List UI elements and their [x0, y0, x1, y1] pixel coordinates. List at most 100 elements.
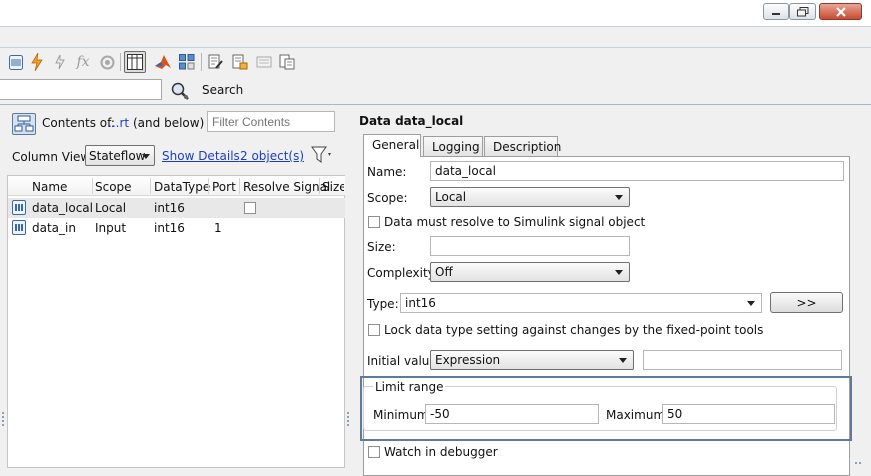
complexity-select[interactable]: Off: [430, 262, 630, 282]
column-separator: [92, 178, 93, 194]
toolbar-separator: [201, 53, 202, 71]
title-bar: [0, 0, 871, 26]
tab-logging[interactable]: Logging: [423, 136, 483, 156]
tab-general[interactable]: General: [363, 134, 421, 157]
name-label: Name:: [367, 165, 407, 179]
column-header-scope[interactable]: Scope: [95, 180, 132, 194]
limit-range-label: Limit range: [373, 380, 446, 394]
row-name[interactable]: data_in: [32, 221, 76, 235]
column-header-datatype[interactable]: DataType: [154, 180, 210, 194]
grip-dot: [2, 424, 4, 426]
grip-dot: [859, 462, 861, 464]
column-separator: [208, 178, 209, 194]
matlab-icon[interactable]: [153, 52, 173, 72]
fx-icon[interactable]: fx: [73, 52, 93, 72]
table-row[interactable]: data_local Local int16: [8, 198, 346, 218]
add-data-icon[interactable]: [6, 52, 26, 72]
row-scope[interactable]: Local: [95, 201, 126, 215]
initial-value-field[interactable]: [643, 350, 842, 370]
scroll-grip[interactable]: [855, 462, 863, 468]
grip-dot: [2, 420, 4, 422]
table-view-icon[interactable]: [124, 51, 146, 73]
name-field[interactable]: data_local: [430, 161, 844, 181]
edit-icon[interactable]: [206, 52, 226, 72]
contents-icon[interactable]: [12, 113, 36, 135]
resolve-signal-checkbox[interactable]: [244, 202, 256, 214]
data-properties-panel: Data data_local General Logging Descript…: [353, 105, 871, 476]
add-function-icon[interactable]: [50, 52, 70, 72]
grip-dot: [347, 412, 349, 414]
copy-icon[interactable]: [254, 52, 274, 72]
filter-contents-input[interactable]: [207, 111, 335, 132]
column-header-port[interactable]: Port: [212, 180, 236, 194]
contents-path-link[interactable]: ...rt: [108, 116, 129, 130]
size-field[interactable]: [430, 236, 630, 256]
dialog-title: Data data_local: [359, 114, 464, 128]
table-header: Name Scope DataType Port Resolve Signal …: [8, 176, 346, 196]
search-button-label[interactable]: Search: [202, 83, 243, 97]
resolve-checkbox[interactable]: [368, 216, 380, 228]
column-header-name[interactable]: Name: [32, 180, 67, 194]
add-icon[interactable]: [230, 52, 250, 72]
add-event-icon[interactable]: [27, 52, 47, 72]
maximum-label: Maximum:: [606, 408, 670, 422]
type-select[interactable]: int16: [400, 293, 762, 313]
chevron-down-icon: [615, 195, 623, 200]
data-type-assistant-button[interactable]: >>: [770, 292, 843, 313]
row-name[interactable]: data_local: [32, 201, 93, 215]
grid-icon[interactable]: [177, 52, 197, 72]
target-icon[interactable]: [97, 52, 117, 72]
chevron-down-icon: [619, 358, 627, 363]
left-edge-grip[interactable]: [0, 412, 6, 432]
toolbar: fx: [0, 48, 871, 76]
chevron-down-icon: [142, 154, 150, 159]
show-details-link[interactable]: Show Details: [162, 149, 240, 163]
tab-description[interactable]: Description: [484, 136, 561, 156]
column-header-size[interactable]: Size: [322, 180, 344, 194]
column-header-resolve-signal[interactable]: Resolve Signal: [243, 180, 330, 194]
size-label: Size:: [367, 240, 396, 254]
resolve-label: Data must resolve to Simulink signal obj…: [384, 215, 646, 229]
paste-icon[interactable]: [277, 52, 297, 72]
close-button[interactable]: [819, 3, 862, 20]
initial-value-mode: Expression: [435, 353, 501, 367]
grip-dot: [2, 416, 4, 418]
grip-dot: [347, 424, 349, 426]
maximize-button[interactable]: [789, 3, 816, 20]
lock-type-label: Lock data type setting against changes b…: [384, 323, 764, 337]
model-hierarchy-panel: Contents of: ...rt (and below) Column Vi…: [0, 105, 346, 468]
initial-value-select[interactable]: Expression: [430, 350, 634, 370]
minimize-button[interactable]: [763, 3, 789, 20]
watch-debugger-checkbox[interactable]: [368, 446, 380, 458]
column-view-value: Stateflow: [89, 149, 146, 163]
column-separator: [239, 178, 240, 194]
scope-select[interactable]: Local: [430, 187, 630, 207]
type-value: int16: [405, 296, 436, 310]
lock-type-checkbox[interactable]: [368, 324, 380, 336]
table-row[interactable]: data_in Input int16 1: [8, 218, 346, 238]
column-view-label: Column View:: [12, 150, 94, 164]
scope-value: Local: [435, 190, 467, 204]
column-separator: [319, 178, 320, 194]
chevron-down-icon: [747, 301, 755, 306]
objects-count-link[interactable]: 2 object(s): [240, 149, 304, 163]
minimize-icon: [772, 12, 780, 15]
contents-scope-label: (and below): [133, 116, 205, 130]
row-scope[interactable]: Input: [95, 221, 126, 235]
grip-dot: [347, 416, 349, 418]
filter-icon[interactable]: [311, 145, 333, 165]
complexity-label: Complexity:: [367, 266, 438, 280]
row-datatype[interactable]: int16: [154, 201, 185, 215]
row-port[interactable]: 1: [214, 221, 222, 235]
panel-splitter[interactable]: [345, 105, 353, 468]
search-icon[interactable]: [170, 81, 190, 101]
column-view-select[interactable]: Stateflow: [85, 145, 155, 166]
row-datatype[interactable]: int16: [154, 221, 185, 235]
menu-strip: [0, 27, 871, 48]
minimum-field[interactable]: -50: [425, 404, 599, 424]
contents-of-label: Contents of:: [42, 116, 115, 130]
maximum-field[interactable]: 50: [662, 404, 835, 424]
type-label: Type:: [367, 297, 399, 311]
restore-icon: [796, 6, 808, 16]
search-input[interactable]: [0, 79, 162, 100]
